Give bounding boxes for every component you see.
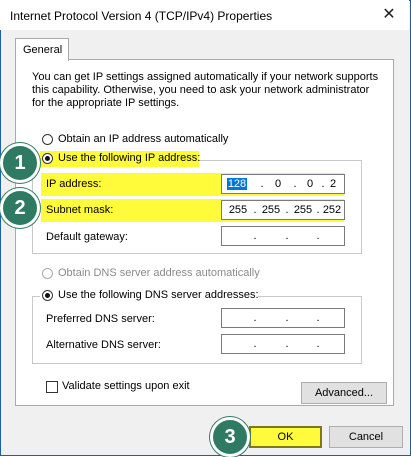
ip-dot: . bbox=[285, 230, 289, 242]
subnet-octet-4: 252 bbox=[322, 204, 342, 216]
use-following-ip-label: Use the following IP address: bbox=[58, 152, 201, 164]
close-icon[interactable]: ✕ bbox=[378, 5, 400, 25]
callout-2: 2 bbox=[0, 188, 40, 228]
validate-label: Validate settings upon exit bbox=[62, 380, 190, 392]
ip-dot: . bbox=[285, 204, 289, 216]
ip-dot: . bbox=[316, 312, 320, 324]
use-following-dns-radio[interactable] bbox=[42, 290, 53, 301]
ip-octet-4: 2 bbox=[329, 178, 337, 190]
ip-dot: . bbox=[253, 312, 257, 324]
subnet-octet-2: 255 bbox=[261, 204, 281, 216]
ip-dot: . bbox=[293, 178, 297, 190]
ip-dot: . bbox=[253, 338, 257, 350]
callout-1: 1 bbox=[0, 143, 40, 183]
subnet-mask-input[interactable]: 255 . 255 . 255 . 252 bbox=[221, 200, 345, 220]
use-following-dns-label: Use the following DNS server addresses: bbox=[58, 289, 259, 301]
cancel-button[interactable]: Cancel bbox=[329, 426, 403, 448]
ok-button[interactable]: OK bbox=[249, 426, 322, 448]
validate-checkbox[interactable] bbox=[46, 381, 58, 393]
obtain-dns-auto-radio[interactable] bbox=[42, 268, 53, 279]
advanced-button[interactable]: Advanced... bbox=[301, 382, 387, 404]
ip-dot: . bbox=[253, 230, 257, 242]
ip-address-label: IP address: bbox=[46, 178, 102, 190]
description-text: You can get IP settings assigned automat… bbox=[32, 71, 379, 109]
obtain-dns-auto-label: Obtain DNS server address automatically bbox=[58, 267, 260, 279]
ip-dot: . bbox=[316, 230, 320, 242]
use-following-ip-radio[interactable] bbox=[42, 153, 53, 164]
ip-dot: . bbox=[285, 338, 289, 350]
obtain-ip-auto-radio[interactable] bbox=[42, 134, 53, 145]
ip-dot: . bbox=[260, 178, 264, 190]
preferred-dns-input[interactable]: . . . bbox=[221, 308, 345, 328]
subnet-octet-3: 255 bbox=[293, 204, 313, 216]
obtain-ip-auto-label: Obtain an IP address automatically bbox=[58, 133, 229, 145]
alternative-dns-label: Alternative DNS server: bbox=[46, 339, 161, 351]
ip-dot: . bbox=[285, 312, 289, 324]
default-gateway-label: Default gateway: bbox=[46, 231, 128, 243]
tab-general-label: General bbox=[23, 44, 63, 56]
ip-dot: . bbox=[253, 204, 257, 216]
ip-octet-1: 128 bbox=[227, 178, 247, 190]
preferred-dns-label: Preferred DNS server: bbox=[46, 313, 155, 325]
tab-general[interactable]: General bbox=[15, 38, 69, 61]
subnet-mask-label: Subnet mask: bbox=[46, 204, 114, 216]
callout-3: 3 bbox=[210, 417, 250, 457]
window-title: Internet Protocol Version 4 (TCP/IPv4) P… bbox=[10, 9, 273, 23]
subnet-octet-1: 255 bbox=[228, 204, 248, 216]
ip-address-input[interactable]: 128 . 0 . 0 . 2 bbox=[221, 174, 345, 194]
ip-octet-2: 0 bbox=[274, 178, 282, 190]
alternative-dns-input[interactable]: . . . bbox=[221, 334, 345, 354]
ip-dot: . bbox=[316, 338, 320, 350]
ip-octet-3: 0 bbox=[306, 178, 314, 190]
default-gateway-input[interactable]: . . . bbox=[221, 226, 345, 246]
